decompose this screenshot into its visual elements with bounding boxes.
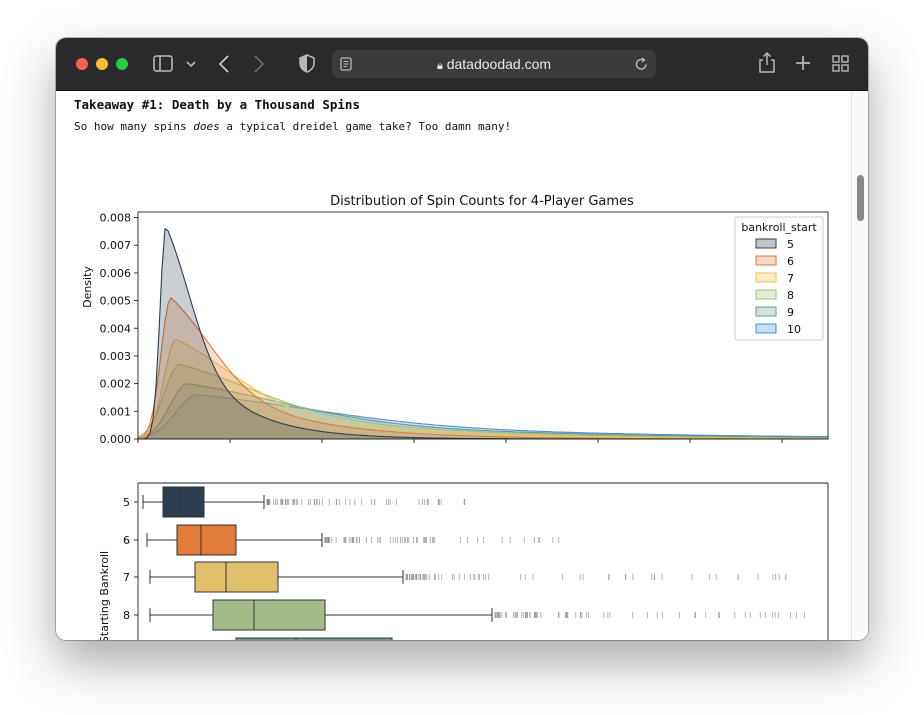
zoom-window-button[interactable] (116, 58, 128, 70)
box-6 (176, 524, 237, 556)
box-9 (235, 637, 393, 640)
lock-icon: 🔒︎ (436, 60, 443, 72)
minimize-window-button[interactable] (96, 58, 108, 70)
new-tab-icon[interactable] (795, 55, 811, 71)
boxplot-y-tick-label: 8 (123, 609, 130, 622)
box-5 (162, 486, 205, 518)
page-content: Takeaway #1: Death by a Thousand Spins S… (56, 91, 868, 640)
boxplot-y-axis-label: Starting Bankroll (98, 551, 111, 640)
boxplot-y-tick-label: 5 (123, 496, 130, 509)
share-icon[interactable] (759, 52, 775, 73)
boxplot-chart: Starting Bankroll 56789 (98, 482, 829, 640)
sidebar-icon[interactable] (153, 55, 173, 72)
forward-icon[interactable] (253, 55, 265, 73)
chevron-down-icon[interactable] (186, 60, 196, 68)
box-7 (194, 561, 279, 593)
close-window-button[interactable] (76, 58, 88, 70)
address-bar[interactable]: 🔒︎ datadoodad.com (332, 50, 656, 78)
browser-window: 🔒︎ datadoodad.com Takeaway #1: Death by … (56, 38, 868, 640)
reload-icon[interactable] (635, 57, 648, 71)
scrollbar-track[interactable] (851, 91, 868, 640)
box-8 (212, 599, 326, 631)
url-display[interactable]: 🔒︎ datadoodad.com (332, 56, 656, 73)
tab-overview-icon[interactable] (832, 55, 849, 72)
url-text: datadoodad.com (446, 56, 552, 72)
title-bar: 🔒︎ datadoodad.com (56, 38, 868, 91)
scrollbar-thumb[interactable] (857, 175, 864, 221)
back-icon[interactable] (218, 55, 230, 73)
boxplot-y-tick-label: 6 (123, 534, 130, 547)
shield-icon[interactable] (299, 54, 315, 73)
boxplot-y-tick-label: 7 (123, 571, 130, 584)
